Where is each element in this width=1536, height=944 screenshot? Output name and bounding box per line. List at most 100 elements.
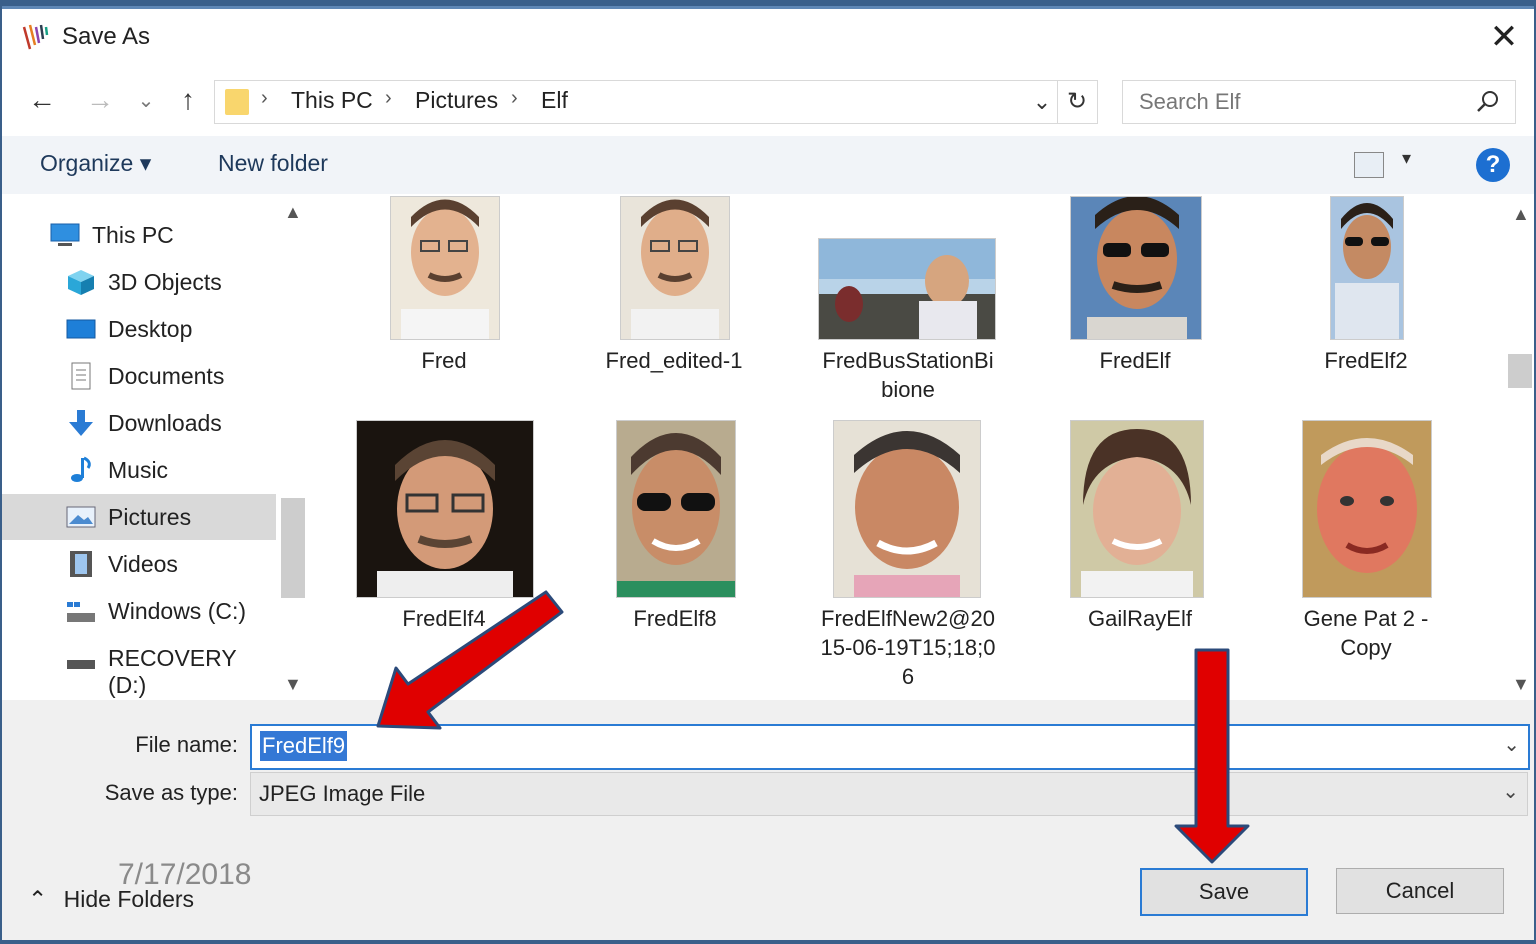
navigation-pane: This PC 3D Objects Desktop Documents Dow… — [2, 196, 308, 700]
sidebar-item-label: RECOVERY (D:) — [108, 645, 237, 698]
address-bar[interactable]: › This PC › Pictures › Elf ⌄ ↻ — [214, 80, 1098, 124]
file-name: FredBusStationBi bione — [808, 346, 1008, 404]
file-name-line: 6 — [901, 664, 915, 689]
sidebar-item-label: Downloads — [108, 410, 222, 436]
sidebar-item-music[interactable]: Music — [2, 447, 276, 493]
window-title: Save As — [62, 23, 151, 50]
file-name: Gene Pat 2 - Copy — [1266, 604, 1466, 662]
file-name: FredElf8 — [633, 606, 717, 631]
sidebar-item-label: Windows (C:) — [108, 598, 247, 624]
command-toolbar: Organize ▾ New folder ▾ ? — [2, 136, 1534, 194]
pictures-icon — [66, 506, 96, 528]
chevron-down-icon[interactable]: ⌄ — [1502, 779, 1519, 804]
file-name-value[interactable]: FredElf9 — [260, 731, 348, 761]
sidebar-item-pictures[interactable]: Pictures — [2, 494, 276, 540]
address-dropdown-icon[interactable]: ⌄ — [1027, 85, 1057, 119]
file-list: Fred Fred_edited-1 FredBusStationBi bione… — [310, 196, 1506, 700]
up-arrow-icon: ↑ — [181, 84, 195, 115]
scroll-down-icon[interactable]: ▼ — [284, 674, 302, 695]
sidebar-item-desktop[interactable]: Desktop — [2, 306, 276, 352]
close-icon: ✕ — [1489, 18, 1519, 56]
file-thumbnail — [1070, 420, 1204, 598]
file-name-line: FredElfNew2@20 — [821, 606, 995, 631]
cube-icon — [68, 270, 94, 295]
scrollbar-thumb[interactable] — [281, 498, 305, 598]
search-icon[interactable] — [1475, 89, 1501, 115]
sidebar-item-recovery-d[interactable]: RECOVERY (D:) — [2, 635, 276, 698]
breadcrumb-separator: › — [385, 87, 392, 109]
view-options-icon[interactable] — [1354, 152, 1384, 178]
file-name: FredElf — [1099, 348, 1171, 373]
file-thumbnail — [1070, 196, 1202, 340]
file-name-line: bione — [881, 377, 935, 402]
sidebar-item-videos[interactable]: Videos — [2, 541, 276, 587]
refresh-icon[interactable]: ↻ — [1057, 81, 1096, 123]
sidebar-item-3d-objects[interactable]: 3D Objects — [2, 259, 276, 305]
sidebar-item-label: 3D Objects — [108, 269, 222, 295]
sidebar-item-label: Documents — [108, 363, 225, 389]
navigation-bar: ← → ⌄ ↑ › This PC › Pictures › Elf ⌄ ↻ S… — [2, 70, 1534, 132]
save-type-select[interactable]: JPEG Image File ⌄ — [250, 772, 1528, 816]
sidebar-item-label: Videos — [108, 551, 178, 577]
sidebar-item-label: This PC — [92, 222, 174, 248]
sidebar-item-documents[interactable]: Documents — [2, 353, 276, 399]
file-name-line: Gene Pat 2 - — [1303, 606, 1429, 631]
music-icon — [71, 456, 91, 482]
file-thumbnail — [1330, 196, 1404, 340]
file-name: GailRayElf — [1088, 606, 1192, 631]
scroll-up-icon[interactable]: ▲ — [1512, 204, 1530, 225]
new-folder-button[interactable]: New folder — [218, 150, 328, 177]
file-thumbnail — [1302, 420, 1432, 598]
forward-arrow-icon: → — [86, 84, 114, 115]
save-type-value: JPEG Image File — [259, 781, 426, 806]
file-name-label: File name: — [135, 732, 238, 757]
file-name-line: 15-06-19T15;18;0 — [820, 635, 996, 660]
cancel-button[interactable]: Cancel — [1336, 868, 1504, 914]
scroll-up-icon[interactable]: ▲ — [284, 202, 302, 223]
desktop-icon — [66, 319, 96, 339]
file-name-line: FredBusStationBi — [822, 348, 994, 373]
sidebar-item-downloads[interactable]: Downloads — [2, 400, 276, 446]
scrollbar-thumb[interactable] — [1508, 354, 1532, 388]
computer-icon — [50, 223, 80, 246]
search-input[interactable]: Search Elf — [1122, 80, 1516, 124]
chevron-up-icon: ⌃ — [28, 886, 48, 912]
drive-icon — [67, 602, 95, 622]
file-thumbnail — [390, 196, 500, 340]
scroll-down-icon[interactable]: ▼ — [1512, 674, 1530, 695]
file-thumbnail — [616, 420, 736, 598]
save-button[interactable]: Save — [1140, 868, 1308, 916]
app-logo-icon — [22, 24, 49, 50]
chevron-down-icon[interactable]: ⌄ — [1503, 732, 1520, 757]
hide-folders-label: Hide Folders — [63, 886, 195, 912]
file-name: FredElfNew2@20 15-06-19T15;18;0 6 — [808, 604, 1008, 691]
window-frame-bottom — [0, 940, 1536, 944]
breadcrumb-pictures[interactable]: Pictures — [415, 87, 498, 114]
organize-button[interactable]: Organize ▾ — [40, 150, 151, 177]
drive-icon — [67, 660, 95, 669]
help-icon[interactable]: ? — [1476, 148, 1510, 182]
forward-button[interactable]: → — [82, 80, 118, 120]
sidebar-item-label: Music — [108, 457, 169, 483]
back-arrow-icon: ← — [28, 84, 56, 115]
sidebar-scrollbar[interactable]: ▲ ▼ — [278, 196, 306, 700]
back-button[interactable]: ← — [24, 80, 60, 120]
recent-locations-button[interactable]: ⌄ — [134, 80, 158, 120]
hide-folders-button[interactable]: ⌃ Hide Folders — [28, 886, 194, 913]
breadcrumb-this-pc[interactable]: This PC — [291, 87, 373, 114]
download-icon — [69, 410, 93, 436]
view-dropdown-icon[interactable]: ▾ — [1402, 148, 1411, 169]
file-name: Fred — [421, 348, 467, 373]
breadcrumb-separator: › — [511, 87, 518, 109]
file-list-scrollbar[interactable]: ▲ ▼ — [1506, 196, 1534, 700]
sidebar-item-this-pc[interactable]: This PC — [2, 212, 276, 258]
breadcrumb-elf[interactable]: Elf — [541, 87, 568, 114]
chevron-down-icon: ⌄ — [137, 89, 155, 112]
file-thumbnail — [833, 420, 981, 598]
file-name-input[interactable]: FredElf9 ⌄ — [250, 724, 1530, 770]
sidebar-item-windows-c[interactable]: Windows (C:) — [2, 588, 276, 634]
close-button[interactable]: ✕ — [1484, 17, 1524, 57]
up-button[interactable]: ↑ — [170, 80, 206, 120]
file-thumbnail — [620, 196, 730, 340]
file-name: Fred_edited-1 — [605, 348, 743, 373]
